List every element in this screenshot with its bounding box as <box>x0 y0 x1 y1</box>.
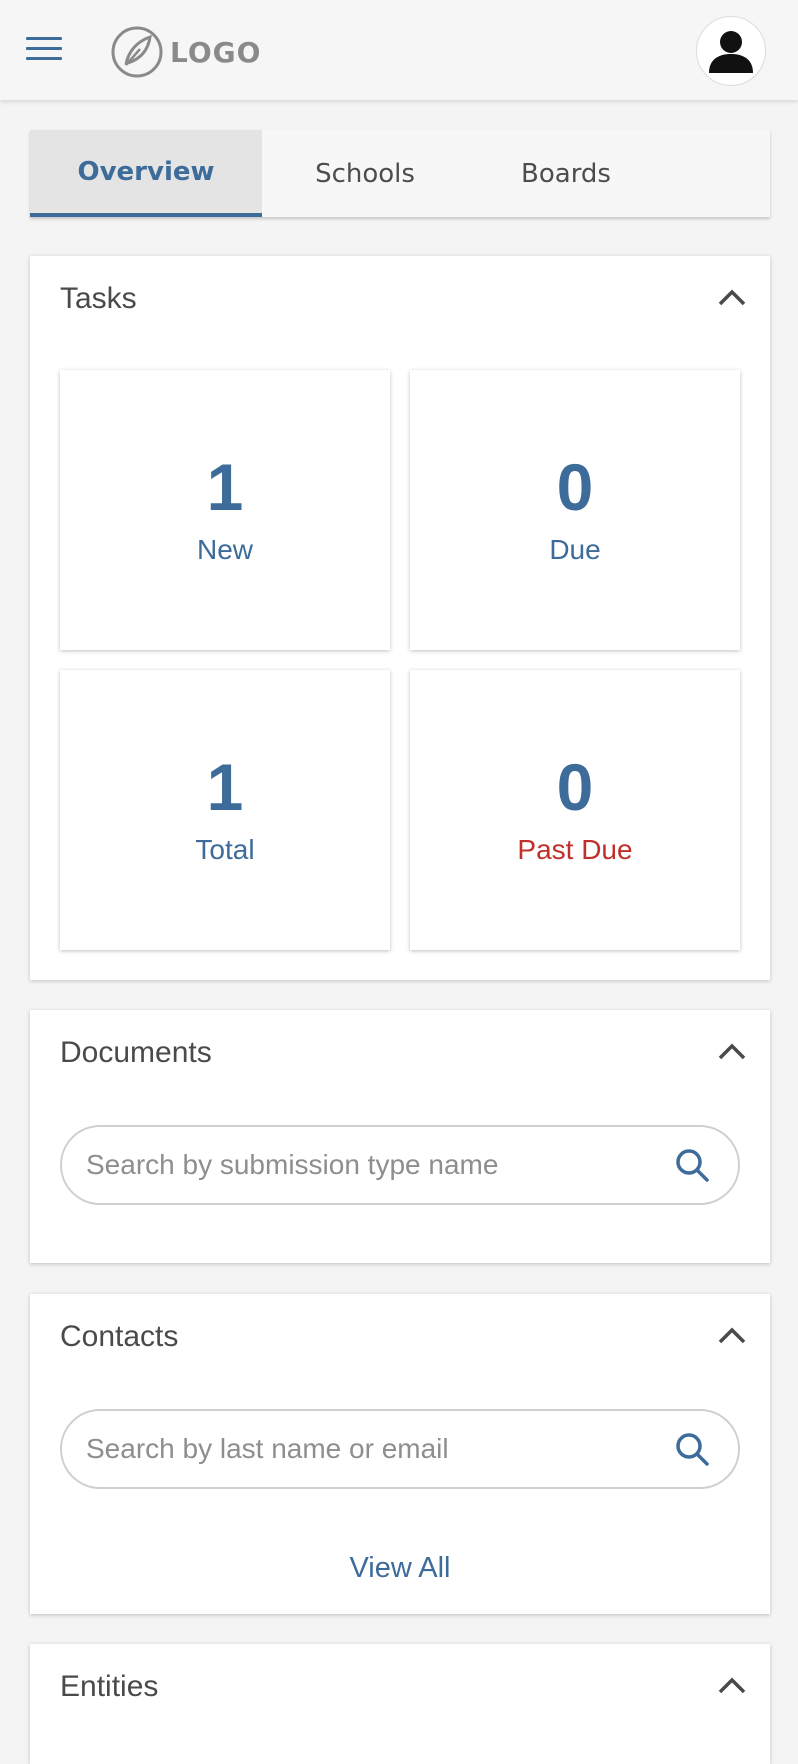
logo-text: LOGO <box>170 35 262 69</box>
task-tile-total[interactable]: 1 Total <box>60 670 390 950</box>
tab-boards[interactable]: Boards <box>468 130 664 217</box>
task-count: 0 <box>556 450 594 524</box>
tab-schools[interactable]: Schools <box>262 130 468 217</box>
chevron-up-icon[interactable] <box>716 286 748 310</box>
task-count: 1 <box>206 750 244 824</box>
search-icon[interactable] <box>674 1431 710 1467</box>
leaf-logo-icon <box>111 26 163 78</box>
task-tile-due[interactable]: 0 Due <box>410 370 740 650</box>
logo: LOGO <box>110 26 261 78</box>
person-icon <box>709 31 753 73</box>
contacts-search-box <box>60 1409 740 1489</box>
entities-title: Entities <box>60 1670 159 1703</box>
chevron-up-icon[interactable] <box>716 1324 748 1348</box>
search-icon[interactable] <box>674 1147 710 1183</box>
view-all-link[interactable]: View All <box>30 1552 770 1585</box>
task-tile-past-due[interactable]: 0 Past Due <box>410 670 740 950</box>
chevron-up-icon[interactable] <box>716 1040 748 1064</box>
contacts-title: Contacts <box>60 1320 179 1353</box>
contacts-search-input[interactable] <box>86 1411 646 1487</box>
documents-title: Documents <box>60 1036 212 1069</box>
entities-card: Entities <box>30 1644 770 1764</box>
chevron-up-icon[interactable] <box>716 1674 748 1698</box>
tab-label: Overview <box>77 156 215 187</box>
tab-overview[interactable]: Overview <box>30 130 262 217</box>
tasks-title: Tasks <box>60 282 137 315</box>
tab-bar: Overview Schools Boards <box>30 130 770 217</box>
task-label: New <box>196 534 253 565</box>
task-label: Past Due <box>517 834 633 865</box>
contacts-card: Contacts View All <box>30 1294 770 1614</box>
documents-search-box <box>60 1125 740 1205</box>
top-app-bar: LOGO <box>0 0 798 100</box>
tab-label: Schools <box>315 158 415 189</box>
task-count: 0 <box>556 750 594 824</box>
documents-search-input[interactable] <box>86 1127 646 1203</box>
task-label: Total <box>195 834 255 865</box>
user-avatar-icon[interactable] <box>696 16 766 86</box>
documents-card: Documents <box>30 1010 770 1263</box>
task-count: 1 <box>206 450 244 524</box>
tab-label: Boards <box>521 158 611 189</box>
tasks-card: Tasks 1 New 0 Due 1 Total 0 Past Due <box>30 256 770 980</box>
hamburger-menu-icon[interactable] <box>22 34 66 66</box>
task-label: Due <box>549 534 601 565</box>
task-tile-new[interactable]: 1 New <box>60 370 390 650</box>
